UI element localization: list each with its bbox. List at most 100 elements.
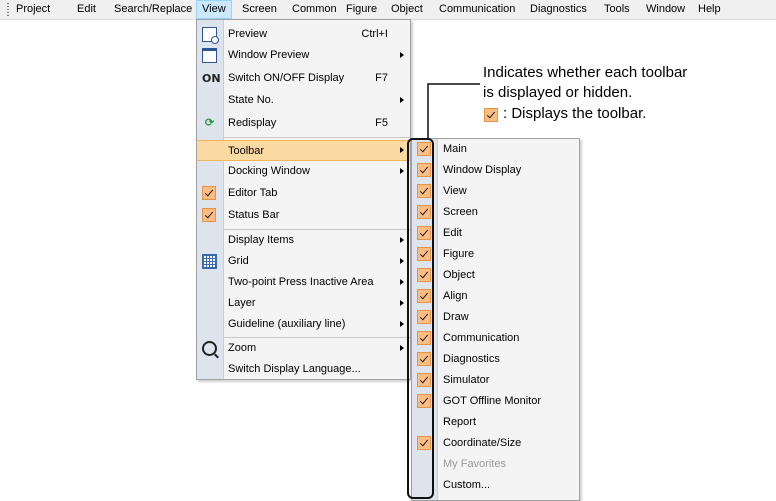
menu-item-label: View [443, 185, 467, 197]
toolbar-item-figure[interactable]: Figure [412, 244, 579, 265]
callout-text-line2: is displayed or hidden. [483, 84, 633, 101]
menu-item-label: Window Preview [228, 49, 310, 61]
menu-item-label: GOT Offline Monitor [443, 395, 542, 407]
submenu-arrow-icon [400, 279, 404, 285]
menu-item-label: Draw [443, 311, 469, 323]
checkmark-icon [202, 186, 216, 200]
toolbar-item-got-offline-monitor[interactable]: GOT Offline Monitor [412, 391, 579, 412]
menu-item-label: Two-point Press Inactive Area [228, 276, 374, 288]
toolbar-item-report[interactable]: Report [412, 412, 579, 433]
menu-item-state-no[interactable]: State No. [197, 90, 410, 111]
menu-project[interactable]: Project [11, 0, 55, 19]
menu-screen[interactable]: Screen [237, 0, 282, 19]
menu-item-label: Object [443, 269, 475, 281]
submenu-arrow-icon [400, 97, 404, 103]
shortcut-label: Ctrl+I [361, 28, 388, 40]
toolbar-item-object[interactable]: Object [412, 265, 579, 286]
submenu-arrow-icon [400, 345, 404, 351]
callout-leader-line [427, 83, 480, 140]
on-icon: ON [202, 72, 221, 85]
toolbar-item-edit[interactable]: Edit [412, 223, 579, 244]
submenu-arrow-icon [400, 237, 404, 243]
menu-common[interactable]: Common [287, 0, 342, 19]
menu-item-label: Diagnostics [443, 353, 500, 365]
toolbar-item-draw[interactable]: Draw [412, 307, 579, 328]
menu-separator [224, 137, 410, 138]
submenu-arrow-icon [400, 168, 404, 174]
callout-text-line1: Indicates whether each toolbar [483, 64, 688, 81]
menu-item-label: Main [443, 143, 467, 155]
submenu-arrow-icon [400, 52, 404, 58]
menu-item-label: Docking Window [228, 165, 310, 177]
menu-figure[interactable]: Figure [341, 0, 382, 19]
menu-item-guideline[interactable]: Guideline (auxiliary line) [197, 314, 410, 335]
window-preview-icon [202, 48, 217, 63]
menu-tools[interactable]: Tools [599, 0, 635, 19]
menu-item-window-preview[interactable]: Window Preview [197, 45, 410, 66]
menu-item-zoom[interactable]: Zoom [197, 338, 410, 359]
zoom-icon [202, 341, 217, 356]
submenu-arrow-icon [400, 321, 404, 327]
submenu-arrow-icon [400, 258, 404, 264]
menu-item-label: State No. [228, 94, 274, 106]
callout-legend-text: : Displays the toolbar. [503, 105, 647, 122]
menu-help[interactable]: Help [693, 0, 726, 19]
menu-item-label: Communication [443, 332, 520, 344]
menu-communication[interactable]: Communication [434, 0, 520, 19]
menu-item-redisplay[interactable]: ⟳ Redisplay F5 [197, 113, 410, 134]
shortcut-label: F5 [375, 117, 388, 129]
menu-view[interactable]: View [196, 0, 232, 19]
toolbar-submenu: Main Window Display View Screen Edit Fig… [411, 138, 580, 501]
menu-item-switch-display-language[interactable]: Switch Display Language... [197, 359, 410, 380]
menu-item-label: Simulator [443, 374, 490, 386]
menu-item-preview[interactable]: Preview Ctrl+I [197, 24, 410, 45]
toolbar-item-simulator[interactable]: Simulator [412, 370, 579, 391]
menu-object[interactable]: Object [386, 0, 428, 19]
menu-item-label: My Favorites [443, 458, 506, 470]
preview-icon [202, 27, 219, 44]
menu-item-grid[interactable]: Grid [197, 251, 410, 272]
menu-item-label: Layer [228, 297, 256, 309]
toolbar-item-communication[interactable]: Communication [412, 328, 579, 349]
menu-item-label: Edit [443, 227, 462, 239]
menu-item-label: Status Bar [228, 209, 280, 221]
menu-window[interactable]: Window [641, 0, 690, 19]
menu-item-label: Figure [443, 248, 475, 260]
grid-icon [202, 254, 217, 269]
menu-edit[interactable]: Edit [72, 0, 101, 19]
toolbar-item-view[interactable]: View [412, 181, 579, 202]
menu-item-label: Display Items [228, 234, 295, 246]
menu-search-replace[interactable]: Search/Replace [109, 0, 197, 19]
checkmark-icon [202, 208, 216, 222]
menu-item-status-bar[interactable]: Status Bar [197, 205, 410, 226]
menu-item-label: Screen [443, 206, 478, 218]
menubar-grip [7, 3, 9, 16]
menu-item-label: Toolbar [228, 145, 265, 157]
toolbar-item-align[interactable]: Align [412, 286, 579, 307]
toolbar-item-custom[interactable]: Custom... [412, 475, 579, 496]
callout-bracket [407, 138, 434, 499]
menu-item-label: Coordinate/Size [443, 437, 522, 449]
menu-item-toolbar[interactable]: Toolbar [197, 140, 410, 161]
toolbar-item-coordinate-size[interactable]: Coordinate/Size [412, 433, 579, 454]
shortcut-label: F7 [375, 72, 388, 84]
view-menu: Preview Ctrl+I Window Preview ON Switch … [196, 19, 411, 380]
menu-item-label: Custom... [443, 479, 491, 491]
toolbar-item-main[interactable]: Main [412, 139, 579, 160]
menu-item-display-items[interactable]: Display Items [197, 230, 410, 251]
toolbar-item-window-display[interactable]: Window Display [412, 160, 579, 181]
menu-item-label: Redisplay [228, 117, 277, 129]
menu-item-layer[interactable]: Layer [197, 293, 410, 314]
menu-item-switch-on-off-display[interactable]: ON Switch ON/OFF Display F7 [197, 68, 410, 89]
menu-item-label: Align [443, 290, 468, 302]
menu-item-label: Guideline (auxiliary line) [228, 318, 346, 330]
toolbar-item-screen[interactable]: Screen [412, 202, 579, 223]
menu-item-two-point-press-inactive-area[interactable]: Two-point Press Inactive Area [197, 272, 410, 293]
menu-bar: Project Edit Search/Replace View Screen … [0, 0, 776, 20]
toolbar-item-diagnostics[interactable]: Diagnostics [412, 349, 579, 370]
menu-diagnostics[interactable]: Diagnostics [525, 0, 592, 19]
menu-item-editor-tab[interactable]: Editor Tab [197, 183, 410, 204]
menu-item-docking-window[interactable]: Docking Window [197, 161, 410, 182]
menu-item-label: Zoom [228, 342, 257, 354]
redisplay-icon: ⟳ [204, 117, 215, 129]
